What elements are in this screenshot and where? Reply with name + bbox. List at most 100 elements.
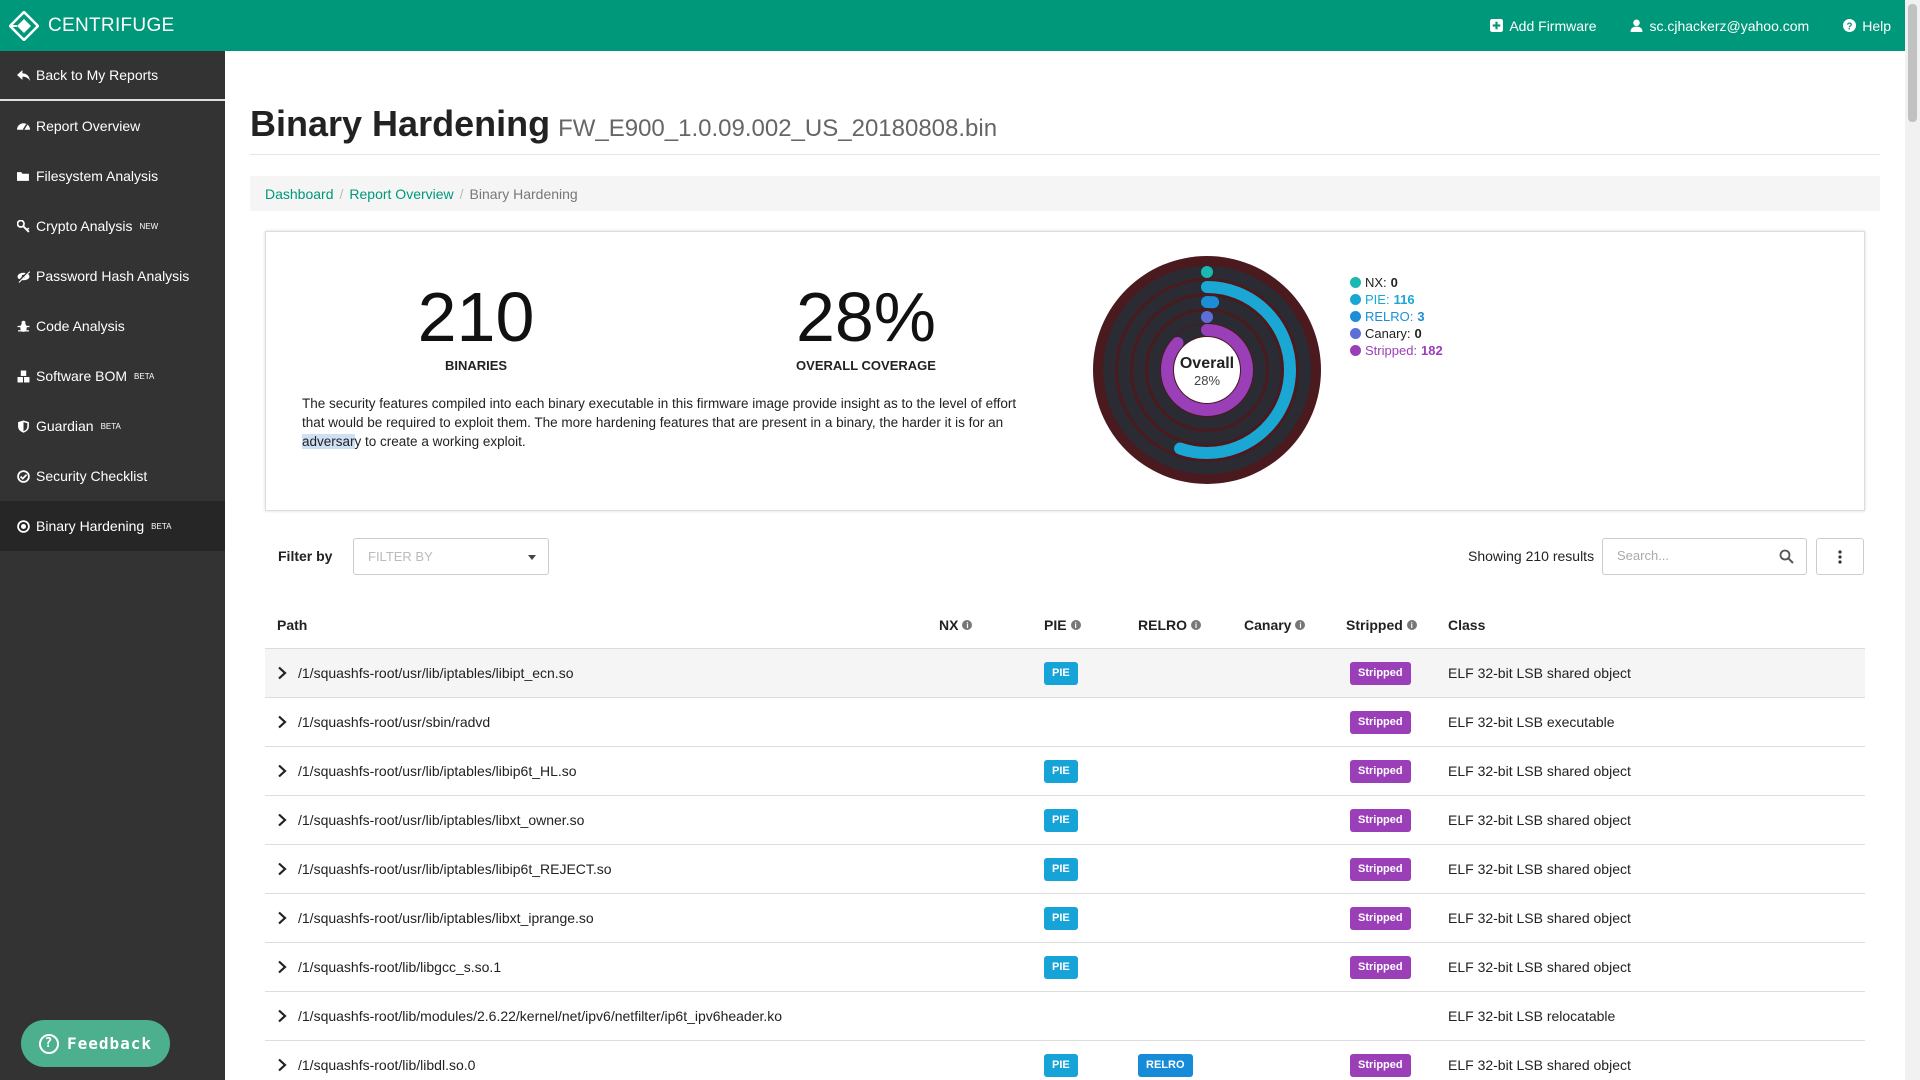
caret-down-icon: [528, 555, 536, 560]
breadcrumb-dashboard-link[interactable]: Dashboard: [265, 186, 334, 202]
stripped-cell: Stripped: [1350, 943, 1411, 991]
expand-cell[interactable]: [277, 894, 287, 942]
help-link[interactable]: ? Help: [1843, 18, 1891, 34]
legend-item-pie: PIE: 116: [1350, 291, 1443, 308]
table-row[interactable]: /1/squashfs-root/usr/lib/iptables/libip6…: [265, 747, 1865, 796]
expand-cell[interactable]: [277, 747, 287, 795]
donut-legend: NX: 0 PIE: 116 RELRO: 3 Canary: 0 Stripp…: [1350, 274, 1443, 359]
table-row[interactable]: /1/squashfs-root/lib/modules/2.6.22/kern…: [265, 992, 1865, 1041]
table-row[interactable]: /1/squashfs-root/lib/libgcc_s.so.1 PIE Str…: [265, 943, 1865, 992]
header-label: NX: [939, 617, 959, 633]
expand-cell[interactable]: [277, 1041, 287, 1080]
chevron-right-icon[interactable]: [277, 911, 287, 925]
chevron-right-icon[interactable]: [277, 813, 287, 827]
chevron-right-icon[interactable]: [277, 1009, 287, 1023]
legend-item-stripped: Stripped: 182: [1350, 342, 1443, 359]
class-cell: ELF 32-bit LSB shared object: [1448, 959, 1631, 975]
pie-badge: PIE: [1044, 906, 1078, 930]
sidebar-item-report-overview[interactable]: Report Overview: [0, 101, 225, 151]
filter-by-dropdown[interactable]: FILTER BY: [353, 538, 549, 575]
info-icon[interactable]: i: [1070, 620, 1081, 630]
info-icon[interactable]: i: [1295, 620, 1306, 630]
back-to-reports-link[interactable]: Back to My Reports: [0, 51, 225, 101]
expand-cell[interactable]: [277, 796, 287, 844]
legend-label: Canary:: [1365, 326, 1411, 341]
column-header-class[interactable]: Class: [1448, 617, 1485, 633]
table-row[interactable]: /1/squashfs-root/usr/lib/iptables/libxt_…: [265, 894, 1865, 943]
path-cell: /1/squashfs-root/usr/lib/iptables/libip6…: [298, 861, 612, 877]
brand-name: CENTRIFUGE: [48, 14, 175, 36]
column-header-relro[interactable]: RELRO i: [1138, 617, 1201, 633]
class-cell: ELF 32-bit LSB relocatable: [1448, 1008, 1616, 1024]
sidebar-item-software-bom[interactable]: Software BOM BETA: [0, 351, 225, 401]
chevron-right-icon[interactable]: [277, 764, 287, 778]
column-header-canary[interactable]: Canary i: [1244, 617, 1306, 633]
svg-text:?: ?: [1847, 21, 1853, 32]
stripped-badge: Stripped: [1350, 906, 1411, 930]
pie-cell: PIE: [1044, 943, 1078, 991]
brand-logo-link[interactable]: CENTRIFUGE: [0, 0, 175, 51]
more-options-button[interactable]: [1816, 538, 1864, 575]
sidebar-item-label: Security Checklist: [36, 468, 148, 484]
table-row[interactable]: /1/squashfs-root/usr/lib/iptables/libip6…: [265, 845, 1865, 894]
expand-cell[interactable]: [277, 698, 287, 746]
coverage-value: 28%: [795, 278, 937, 356]
chevron-right-icon[interactable]: [277, 960, 287, 974]
info-icon[interactable]: i: [1406, 620, 1417, 630]
chevron-right-icon[interactable]: [277, 1058, 287, 1072]
add-firmware-label: Add Firmware: [1509, 17, 1597, 34]
page-scrollbar[interactable]: [1905, 0, 1920, 1080]
column-header-pie[interactable]: PIE i: [1044, 617, 1081, 633]
scrollbar-thumb[interactable]: [1908, 4, 1917, 122]
legend-label: RELRO:: [1365, 309, 1414, 324]
stripped-cell: Stripped: [1350, 845, 1411, 893]
column-header-nx[interactable]: NX i: [939, 617, 973, 633]
plus-square-icon: [1490, 19, 1504, 32]
table-row[interactable]: /1/squashfs-root/usr/lib/iptables/libipt…: [265, 649, 1865, 698]
chevron-right-icon[interactable]: [277, 862, 287, 876]
top-navbar: CENTRIFUGE Add Firmware sc.cjhackerz@yah…: [0, 0, 1905, 51]
sidebar-item-filesystem-analysis[interactable]: Filesystem Analysis: [0, 151, 225, 201]
legend-value: 3: [1417, 309, 1425, 324]
header-label: PIE: [1044, 617, 1067, 633]
title-divider: [250, 154, 1880, 155]
add-firmware-link[interactable]: Add Firmware: [1490, 18, 1596, 34]
class-cell: ELF 32-bit LSB executable: [1448, 714, 1615, 730]
coverage-stat: 28% OVERALL COVERAGE: [786, 282, 946, 373]
expand-cell[interactable]: [277, 943, 287, 991]
coverage-label: OVERALL COVERAGE: [796, 358, 936, 373]
help-label: Help: [1862, 17, 1891, 34]
column-header-path[interactable]: Path: [277, 617, 307, 633]
breadcrumb-report-overview-link[interactable]: Report Overview: [349, 186, 453, 202]
class-cell: ELF 32-bit LSB shared object: [1448, 861, 1631, 877]
sidebar-item-crypto-analysis[interactable]: Crypto Analysis NEW: [0, 201, 225, 251]
chevron-right-icon[interactable]: [277, 715, 287, 729]
sidebar-item-binary-hardening[interactable]: Binary Hardening BETA: [0, 501, 225, 551]
table-row[interactable]: /1/squashfs-root/lib/libdl.so.0 PIE RELRO S…: [265, 1041, 1865, 1080]
sidebar-item-code-analysis[interactable]: Code Analysis: [0, 301, 225, 351]
expand-cell[interactable]: [277, 992, 287, 1040]
feedback-button[interactable]: ? Feedback: [21, 1020, 170, 1067]
search-icon[interactable]: [1779, 549, 1794, 564]
pie-cell: PIE: [1044, 845, 1078, 893]
table-row[interactable]: /1/squashfs-root/usr/lib/iptables/libxt_…: [265, 796, 1865, 845]
legend-item-nx: NX: 0: [1350, 274, 1443, 291]
expand-cell[interactable]: [277, 649, 287, 697]
binaries-label: BINARIES: [444, 358, 508, 373]
search-input[interactable]: [1617, 539, 1777, 572]
user-menu-link[interactable]: sc.cjhackerz@yahoo.com: [1630, 18, 1809, 34]
breadcrumb-separator: /: [459, 185, 464, 202]
info-icon[interactable]: i: [962, 620, 973, 630]
info-icon[interactable]: i: [1191, 620, 1201, 630]
user-icon: [1631, 19, 1643, 32]
sidebar-item-label: Password Hash Analysis: [36, 268, 190, 284]
table-row[interactable]: /1/squashfs-root/usr/sbin/radvd Stripped E…: [265, 698, 1865, 747]
sidebar-item-password-hash-analysis[interactable]: Password Hash Analysis: [0, 251, 225, 301]
column-header-stripped[interactable]: Stripped i: [1346, 617, 1417, 633]
sidebar-item-security-checklist[interactable]: Security Checklist: [0, 451, 225, 501]
stripped-cell: Stripped: [1350, 649, 1411, 697]
expand-cell[interactable]: [277, 845, 287, 893]
sidebar-item-guardian[interactable]: Guardian BETA: [0, 401, 225, 451]
path-cell: /1/squashfs-root/usr/lib/iptables/libxt_…: [298, 910, 594, 926]
chevron-right-icon[interactable]: [277, 666, 287, 680]
